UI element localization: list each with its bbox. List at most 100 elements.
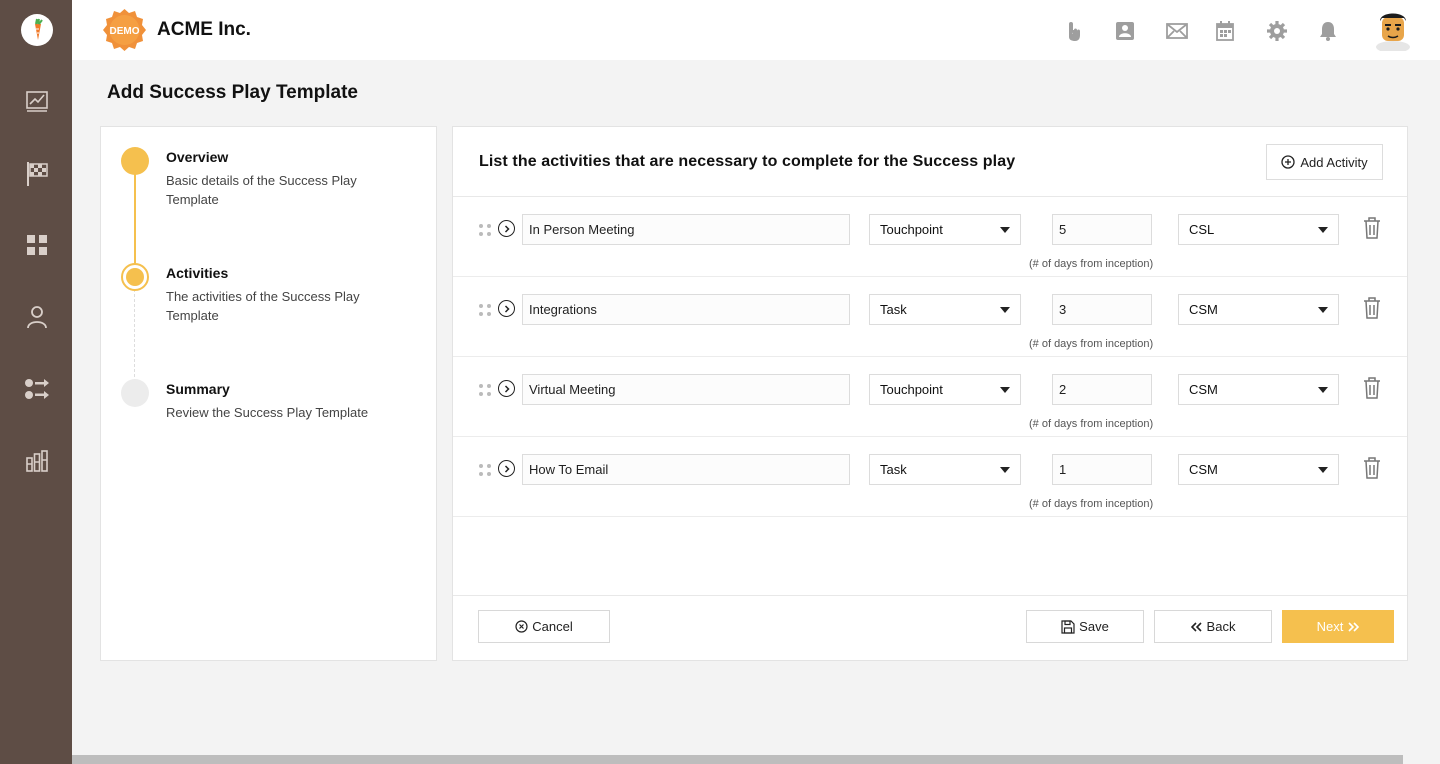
role-select[interactable]: CSM [1178,294,1339,325]
drag-handle-icon[interactable] [478,463,492,477]
back-button[interactable]: Back [1154,610,1272,643]
days-hint: (# of days from inception) [1029,418,1154,430]
horizontal-scrollbar[interactable] [72,755,1403,764]
expand-chevron-icon[interactable] [498,460,515,477]
activity-type-select[interactable]: Touchpoint [869,214,1021,245]
settings-icon[interactable] [1266,20,1288,42]
role-select[interactable]: CSM [1178,374,1339,405]
next-label: Next [1316,619,1344,634]
workflow-icon[interactable] [24,376,50,402]
caret-down-icon [1000,466,1010,473]
activity-type-value: Task [880,302,907,317]
close-circle-icon [515,620,528,633]
caret-down-icon [1000,386,1010,393]
drag-handle-icon[interactable] [478,383,492,397]
role-value: CSM [1189,382,1218,397]
step-summary-title[interactable]: Summary [166,381,230,397]
reports-icon[interactable] [24,448,50,474]
role-value: CSM [1189,302,1218,317]
form-footer: Cancel Save Back Next [453,595,1407,661]
svg-text:DEMO: DEMO [110,26,140,37]
caret-down-icon [1318,306,1328,313]
save-button[interactable]: Save [1026,610,1144,643]
activity-type-value: Touchpoint [880,222,943,237]
activity-type-value: Task [880,462,907,477]
trash-icon[interactable] [1363,377,1381,399]
user-icon[interactable] [24,304,50,330]
activity-name-input[interactable] [522,374,850,405]
trash-icon[interactable] [1363,217,1381,239]
grid-icon[interactable] [24,232,50,258]
step-activities-dot [121,263,149,291]
role-select[interactable]: CSM [1178,454,1339,485]
drag-handle-icon[interactable] [478,303,492,317]
expand-chevron-icon[interactable] [498,220,515,237]
add-activity-button[interactable]: Add Activity [1266,144,1383,180]
contacts-icon[interactable] [1114,20,1136,42]
bell-icon[interactable] [1317,20,1339,42]
activities-title: List the activities that are necessary t… [479,153,1016,170]
add-activity-label: Add Activity [1300,154,1368,170]
next-button[interactable]: Next [1282,610,1394,643]
activity-type-select[interactable]: Touchpoint [869,374,1021,405]
activity-row: Touchpoint (# of days from inception) CS… [453,197,1407,277]
activity-name-input[interactable] [522,294,850,325]
activities-panel: List the activities that are necessary t… [452,126,1408,661]
demo-badge-icon: DEMO [102,8,147,52]
role-value: CSL [1189,222,1215,237]
trash-icon[interactable] [1363,457,1381,479]
step-overview-dot [121,147,149,175]
back-label: Back [1206,619,1236,634]
double-chevron-left-icon [1190,621,1202,632]
page-title: Add Success Play Template [107,82,358,103]
top-header: DEMO ACME Inc. [72,0,1440,60]
days-input[interactable] [1052,294,1152,325]
caret-down-icon [1318,466,1328,473]
role-value: CSM [1189,462,1218,477]
flag-icon[interactable] [24,161,50,187]
step-connector-done [134,161,136,275]
carrot-logo-icon[interactable] [21,14,53,46]
days-hint: (# of days from inception) [1029,498,1154,510]
drag-handle-icon[interactable] [478,223,492,237]
activity-type-value: Touchpoint [880,382,943,397]
activity-row: Task (# of days from inception) CSM [453,437,1407,517]
activity-row: Task (# of days from inception) CSM [453,277,1407,357]
expand-chevron-icon[interactable] [498,380,515,397]
trash-icon[interactable] [1363,297,1381,319]
days-hint: (# of days from inception) [1029,258,1154,270]
caret-down-icon [1318,386,1328,393]
steps-panel: Overview Basic details of the Success Pl… [100,126,437,661]
mail-icon[interactable] [1166,20,1188,42]
caret-down-icon [1318,226,1328,233]
caret-down-icon [1000,226,1010,233]
activities-header: List the activities that are necessary t… [453,127,1407,197]
step-summary-desc: Review the Success Play Template [166,405,369,420]
activity-type-select[interactable]: Task [869,454,1021,485]
calendar-icon[interactable] [1214,20,1236,42]
step-activities-title[interactable]: Activities [166,265,228,281]
save-icon [1061,619,1075,634]
sidebar [0,0,72,764]
company-name: ACME Inc. [157,19,251,40]
step-activities-desc: The activities of the Success Play Templ… [166,289,360,323]
step-connector-pending [134,289,135,387]
user-avatar[interactable] [1374,9,1412,53]
caret-down-icon [1000,306,1010,313]
cancel-button[interactable]: Cancel [478,610,610,643]
double-chevron-right-icon [1348,621,1360,632]
days-input[interactable] [1052,374,1152,405]
expand-chevron-icon[interactable] [498,300,515,317]
analytics-icon[interactable] [24,88,50,114]
days-input[interactable] [1052,454,1152,485]
step-summary-dot [121,379,149,407]
touch-icon[interactable] [1062,20,1084,42]
activity-type-select[interactable]: Task [869,294,1021,325]
cancel-label: Cancel [532,619,573,634]
role-select[interactable]: CSL [1178,214,1339,245]
activity-name-input[interactable] [522,214,850,245]
activity-name-input[interactable] [522,454,850,485]
plus-circle-icon [1281,155,1296,169]
step-overview-title[interactable]: Overview [166,149,228,165]
days-input[interactable] [1052,214,1152,245]
